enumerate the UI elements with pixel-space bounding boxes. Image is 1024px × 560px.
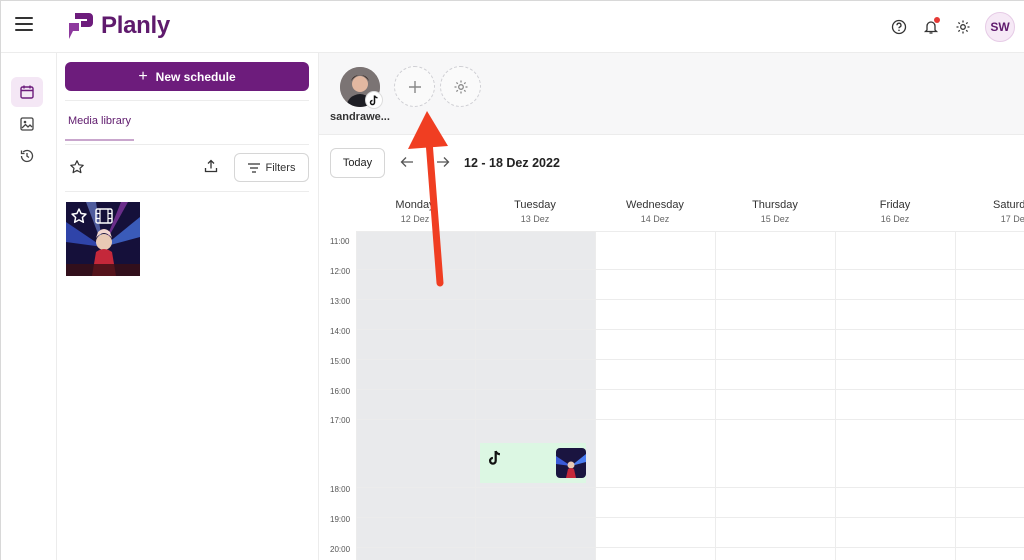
day-name: Friday bbox=[879, 199, 911, 211]
next-week-arrow-icon[interactable] bbox=[436, 155, 450, 173]
history-icon[interactable] bbox=[11, 141, 43, 171]
upload-icon[interactable] bbox=[203, 158, 219, 179]
day-header: Wednesday 14 Dez bbox=[595, 199, 715, 224]
app-name: Planly bbox=[101, 12, 170, 39]
time-label: 18:00 bbox=[330, 485, 351, 494]
time-label: 17:00 bbox=[330, 416, 351, 425]
app-window: Planly SW + New schedule Media library F… bbox=[0, 0, 1024, 560]
scheduled-post-card[interactable] bbox=[480, 443, 586, 483]
day-name: Tuesday bbox=[514, 199, 556, 211]
plus-icon: + bbox=[138, 67, 148, 85]
day-name: Monday bbox=[395, 199, 435, 211]
filter-lines-icon bbox=[247, 162, 260, 173]
day-name: Wednesday bbox=[626, 199, 684, 211]
new-schedule-label: New schedule bbox=[155, 69, 236, 84]
day-date: 16 Dez bbox=[880, 214, 910, 224]
main-calendar-area: sandrawe... Today 12 - 18 Dez 2022 Monda… bbox=[319, 53, 1024, 560]
day-date: 12 Dez bbox=[400, 214, 430, 224]
profile-account-name: sandrawe... bbox=[330, 111, 390, 123]
notification-dot bbox=[934, 17, 940, 23]
image-icon[interactable] bbox=[11, 109, 43, 139]
time-label: 14:00 bbox=[330, 327, 351, 336]
divider bbox=[65, 144, 309, 145]
day-header: Saturday 17 Dez bbox=[955, 199, 1024, 224]
left-nav-rail bbox=[1, 53, 57, 560]
profile-settings-button[interactable] bbox=[440, 66, 481, 107]
time-label: 12:00 bbox=[330, 267, 351, 276]
post-thumbnail bbox=[556, 448, 586, 478]
day-column-monday[interactable] bbox=[356, 231, 475, 560]
day-column-saturday[interactable] bbox=[955, 231, 1024, 560]
day-date: 15 Dez bbox=[760, 214, 790, 224]
media-thumbnail[interactable] bbox=[66, 202, 140, 276]
time-label: 13:00 bbox=[330, 297, 351, 306]
day-column-tuesday[interactable] bbox=[475, 231, 595, 560]
add-profile-button[interactable] bbox=[394, 66, 435, 107]
day-column-friday[interactable] bbox=[835, 231, 955, 560]
day-date: 13 Dez bbox=[520, 214, 550, 224]
time-label: 15:00 bbox=[330, 357, 351, 366]
grid-line bbox=[356, 547, 1024, 548]
filters-button[interactable]: Filters bbox=[234, 153, 309, 182]
settings-gear-icon[interactable] bbox=[947, 11, 979, 43]
help-icon[interactable] bbox=[883, 11, 915, 43]
profiles-bar: sandrawe... bbox=[319, 53, 1024, 135]
day-column-thursday[interactable] bbox=[715, 231, 835, 560]
day-date: 14 Dez bbox=[640, 214, 670, 224]
week-range: 12 - 18 Dez 2022 bbox=[464, 156, 560, 170]
grid-line bbox=[356, 419, 1024, 420]
day-header: Thursday 15 Dez bbox=[715, 199, 835, 224]
top-bar: Planly SW bbox=[1, 1, 1024, 53]
favorites-star-icon[interactable] bbox=[69, 159, 85, 180]
day-column-wednesday[interactable] bbox=[595, 231, 715, 560]
day-name: Thursday bbox=[752, 199, 798, 211]
grid-line bbox=[356, 231, 1024, 232]
calendar-toolbar: Today 12 - 18 Dez 2022 bbox=[319, 135, 1024, 195]
day-header: Friday 16 Dez bbox=[835, 199, 955, 224]
media-toolbar: Filters bbox=[65, 153, 309, 183]
time-label: 11:00 bbox=[330, 237, 350, 246]
tiktok-badge-icon bbox=[365, 91, 383, 109]
day-header: Monday 12 Dez bbox=[355, 199, 475, 224]
app-logo[interactable]: Planly bbox=[67, 11, 170, 41]
planly-logo-icon bbox=[69, 13, 93, 39]
time-label: 16:00 bbox=[330, 387, 351, 396]
time-label: 20:00 bbox=[330, 545, 351, 554]
plus-icon bbox=[408, 80, 421, 93]
media-panel: + New schedule Media library Filters bbox=[57, 53, 319, 560]
tab-media-library[interactable]: Media library bbox=[65, 115, 134, 141]
user-avatar[interactable]: SW bbox=[985, 12, 1015, 42]
time-label: 19:00 bbox=[330, 515, 351, 524]
gear-icon bbox=[454, 80, 467, 93]
header-actions: SW bbox=[883, 11, 1015, 43]
previous-week-arrow-icon[interactable] bbox=[400, 155, 414, 173]
grid-line bbox=[356, 329, 1024, 330]
divider bbox=[65, 191, 309, 192]
video-film-icon bbox=[95, 208, 113, 224]
new-schedule-button[interactable]: + New schedule bbox=[65, 62, 309, 91]
day-header: Tuesday 13 Dez bbox=[475, 199, 595, 224]
grid-line bbox=[356, 359, 1024, 360]
today-button[interactable]: Today bbox=[330, 148, 385, 178]
divider bbox=[65, 100, 309, 101]
filters-label: Filters bbox=[265, 161, 296, 174]
grid-line bbox=[356, 487, 1024, 488]
day-name: Saturday bbox=[992, 199, 1024, 211]
grid-line bbox=[356, 299, 1024, 300]
grid-line bbox=[356, 269, 1024, 270]
week-grid: Monday 12 Dez Tuesday 13 Dez Wednesday 1… bbox=[319, 195, 1024, 560]
day-date: 17 Dez bbox=[1000, 214, 1024, 224]
grid-line bbox=[356, 389, 1024, 390]
grid-line bbox=[356, 517, 1024, 518]
hamburger-menu-icon[interactable] bbox=[15, 17, 33, 33]
tiktok-icon bbox=[489, 450, 501, 465]
notifications-bell-icon[interactable] bbox=[915, 11, 947, 43]
favorite-star-icon[interactable] bbox=[70, 207, 88, 225]
calendar-icon[interactable] bbox=[11, 77, 43, 107]
